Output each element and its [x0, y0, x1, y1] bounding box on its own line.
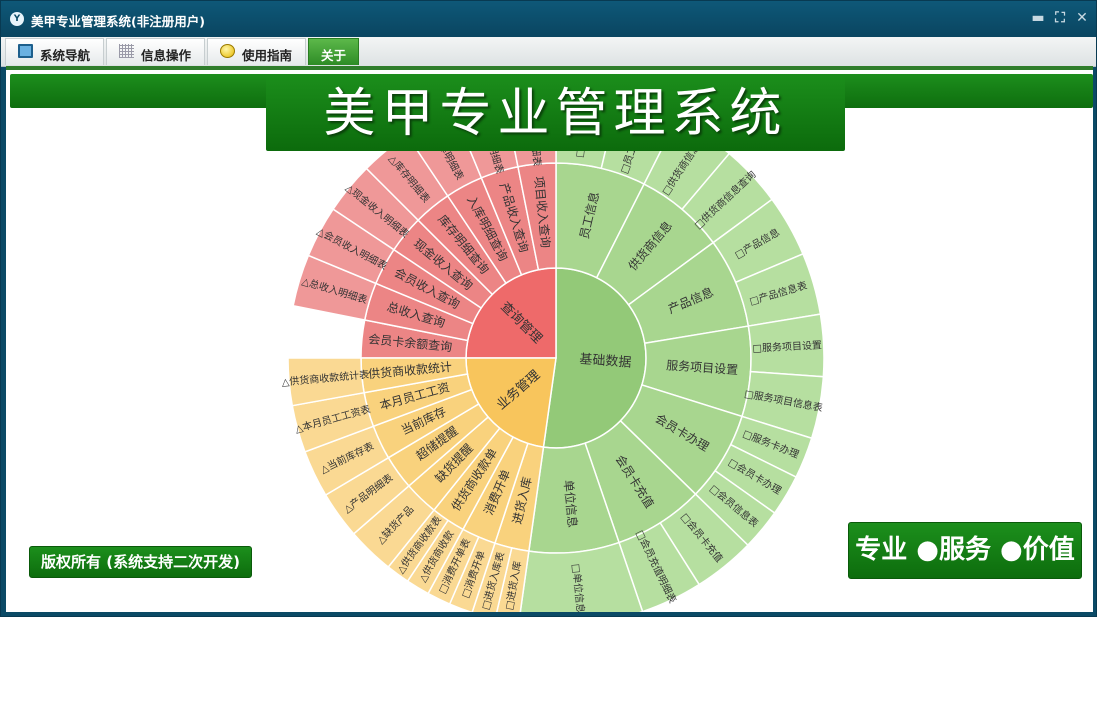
minimize-button[interactable]: ▬	[1030, 10, 1046, 26]
window-title: 美甲专业管理系统(非注册用户)	[31, 14, 205, 29]
help-icon	[220, 44, 235, 58]
grid-icon	[119, 44, 134, 58]
monitor-icon	[18, 44, 33, 58]
tab-about[interactable]: 关于	[308, 38, 359, 65]
slogan-badge: 专业 ●服务 ●价值	[848, 522, 1082, 579]
copyright-badge: 版权所有 (系统支持二次开发)	[29, 546, 252, 578]
tab-info-operations[interactable]: 信息操作	[106, 38, 205, 65]
title-banner: 美甲专业管理系统	[266, 77, 845, 151]
content-area: □员工信息表□员工信息查询员工信息□供货商信息表□供货商信息查询供货商信息□产品…	[6, 70, 1093, 612]
close-button[interactable]: ✕	[1074, 10, 1090, 26]
tab-user-guide[interactable]: 使用指南	[207, 38, 306, 65]
app-logo-icon: Y	[10, 12, 24, 26]
tab-label: 信息操作	[141, 48, 192, 63]
system-title: 美甲专业管理系统	[323, 84, 788, 144]
menu-bar: 系统导航 信息操作 使用指南 关于	[1, 37, 1096, 67]
tab-label: 使用指南	[242, 48, 293, 63]
tab-label: 关于	[321, 48, 347, 63]
app-window: Y 美甲专业管理系统(非注册用户) ▬ ⛶ ✕ 系统导航 信息操作 使用指南 关…	[0, 0, 1097, 617]
tab-system-nav[interactable]: 系统导航	[5, 38, 104, 65]
title-bar[interactable]: Y 美甲专业管理系统(非注册用户) ▬ ⛶ ✕	[1, 1, 1096, 37]
restore-button[interactable]: ⛶	[1052, 10, 1068, 26]
tab-label: 系统导航	[40, 48, 91, 63]
